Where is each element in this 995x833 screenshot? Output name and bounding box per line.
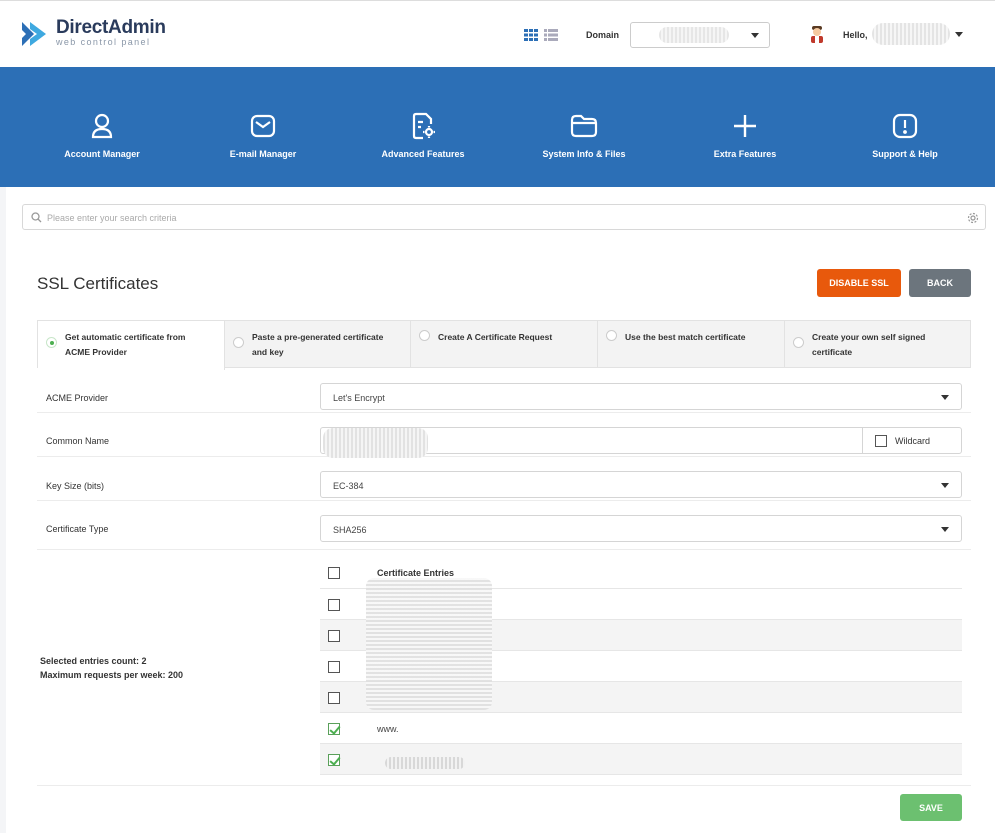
select-value: Let's Encrypt: [333, 393, 385, 403]
acme-provider-row: ACME Provider Let's Encrypt: [37, 369, 971, 413]
nav-label: System Info & Files: [542, 149, 626, 159]
nav-label: Support & Help: [872, 149, 938, 159]
nav-email-manager[interactable]: E-mail Manager: [188, 111, 338, 159]
tab-label-line2: ACME Provider: [65, 347, 127, 357]
search-bar[interactable]: Please enter your search criteria: [22, 204, 986, 230]
entries-header: Certificate Entries: [377, 568, 455, 578]
entry-checkbox[interactable]: [328, 754, 340, 766]
nav-advanced-features[interactable]: Advanced Features: [348, 111, 498, 159]
chevron-down-icon: [941, 527, 949, 532]
nav-label: Extra Features: [713, 149, 777, 159]
max-requests: Maximum requests per week: 200: [40, 670, 184, 680]
mail-icon: [250, 114, 276, 138]
logo-title: DirectAdmin: [56, 17, 166, 38]
nav-account-manager[interactable]: Account Manager: [27, 111, 177, 159]
common-name-value-redacted: [323, 428, 428, 458]
alert-icon: [892, 113, 918, 139]
certificate-type-label: Certificate Type: [46, 524, 109, 534]
key-size-row: Key Size (bits) EC-384: [37, 457, 971, 501]
plus-icon: [734, 115, 756, 137]
certificate-type-row: Certificate Type SHA256: [37, 501, 971, 550]
wildcard-toggle[interactable]: Wildcard: [862, 427, 962, 454]
disable-ssl-button[interactable]: DISABLE SSL: [817, 269, 901, 297]
key-size-select[interactable]: EC-384: [320, 471, 962, 498]
nav-label: Account Manager: [64, 149, 140, 159]
radio-button[interactable]: [606, 330, 617, 341]
search-placeholder: Please enter your search criteria: [47, 213, 177, 223]
avatar[interactable]: [809, 25, 825, 43]
radio-button[interactable]: [46, 337, 57, 348]
common-name-label: Common Name: [46, 436, 110, 446]
acme-provider-select[interactable]: Let's Encrypt: [320, 383, 962, 410]
tab-paste-certificate[interactable]: Paste a pre-generated certificate and key: [225, 321, 411, 367]
key-size-label: Key Size (bits): [46, 481, 105, 491]
tab-certificate-request[interactable]: Create A Certificate Request: [411, 321, 598, 367]
domain-value-redacted: [659, 27, 729, 43]
chevron-down-icon: [751, 33, 759, 38]
entry-checkbox[interactable]: [328, 692, 340, 704]
nav-label: E-mail Manager: [229, 149, 297, 159]
hello-label: Hello,: [843, 30, 868, 40]
user-icon: [91, 113, 113, 139]
selected-count: Selected entries count: 2: [40, 656, 147, 666]
certificate-type-select[interactable]: SHA256: [320, 515, 962, 542]
back-button[interactable]: BACK: [909, 269, 971, 297]
tab-label-line2: and key: [252, 347, 284, 357]
entry-domain: www.: [377, 724, 399, 734]
certificate-method-tabs: Get automatic certificate from ACME Provi…: [37, 320, 971, 370]
tab-best-match[interactable]: Use the best match certificate: [598, 321, 785, 367]
table-row[interactable]: www.: [320, 713, 962, 744]
chevron-down-icon: [941, 395, 949, 400]
radio-button[interactable]: [419, 330, 430, 341]
search-icon: [31, 212, 42, 223]
view-toggle: [524, 29, 558, 41]
entry-checkbox[interactable]: [328, 630, 340, 642]
tab-label-line2: certificate: [812, 347, 853, 357]
common-name-row: Common Name Wildcard: [37, 413, 971, 458]
tab-acme-provider[interactable]: Get automatic certificate from ACME Provi…: [38, 321, 225, 370]
top-bar: DirectAdmin web control panel Domain Hel…: [0, 0, 995, 67]
select-value: SHA256: [333, 525, 367, 535]
tab-label-line1: Use the best match certificate: [625, 332, 746, 342]
entry-redacted: [385, 757, 465, 769]
acme-provider-label: ACME Provider: [46, 393, 109, 403]
tab-label-line1: Create A Certificate Request: [438, 332, 553, 342]
entry-checkbox[interactable]: [328, 723, 340, 735]
logo-subtitle: web control panel: [56, 37, 151, 47]
logo-chevrons-icon: [22, 22, 46, 46]
nav-system-info-files[interactable]: System Info & Files: [509, 111, 659, 159]
common-name-input[interactable]: [320, 427, 863, 458]
select-value: EC-384: [333, 481, 364, 491]
domain-label: Domain: [586, 30, 620, 40]
entry-checkbox[interactable]: [328, 661, 340, 673]
nav-label: Advanced Features: [381, 149, 465, 159]
directadmin-logo[interactable]: DirectAdmin web control panel: [20, 18, 166, 50]
tab-self-signed[interactable]: Create your own self signed certificate: [785, 321, 970, 367]
nav-support-help[interactable]: Support & Help: [830, 111, 980, 159]
main-nav: Account Manager E-mail Manager Advanced …: [0, 67, 995, 187]
username-redacted[interactable]: [872, 23, 950, 45]
tab-label-line1: Get automatic certificate from: [65, 332, 186, 342]
gear-icon[interactable]: [967, 212, 979, 224]
nav-extra-features[interactable]: Extra Features: [670, 111, 820, 159]
select-all-checkbox[interactable]: [328, 567, 340, 579]
tab-label-line1: Create your own self signed: [812, 332, 926, 342]
entry-checkbox[interactable]: [328, 599, 340, 611]
save-button[interactable]: SAVE: [900, 794, 962, 821]
advanced-file-gear-icon: [412, 112, 435, 140]
page-title: SSL Certificates: [37, 274, 159, 293]
wildcard-label: Wildcard: [895, 436, 931, 446]
grid-view-icon[interactable]: [524, 29, 538, 41]
wildcard-checkbox[interactable]: [875, 435, 887, 447]
chevron-down-icon: [941, 483, 949, 488]
entries-redacted: [366, 578, 492, 710]
list-view-icon[interactable]: [544, 29, 558, 41]
domain-select[interactable]: [630, 22, 770, 48]
radio-button[interactable]: [233, 337, 244, 348]
entries-stats: Selected entries count: 2 Maximum reques…: [40, 654, 183, 682]
folder-icon: [570, 114, 598, 138]
user-menu-chevron-icon[interactable]: [955, 32, 963, 37]
radio-button[interactable]: [793, 337, 804, 348]
tab-label-line1: Paste a pre-generated certificate: [252, 332, 384, 342]
